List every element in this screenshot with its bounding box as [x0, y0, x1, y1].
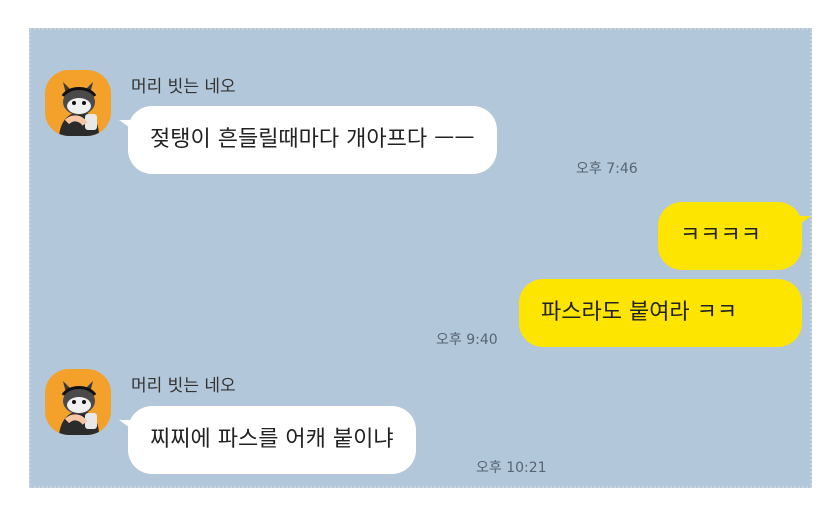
message-timestamp: 오후 9:40 [436, 332, 498, 348]
incoming-message-bubble[interactable]: 찌찌에 파스를 어캐 붙이냐 [119, 406, 416, 474]
sender-name: 머리 빗는 네오 [131, 77, 236, 97]
incoming-message-bubble[interactable]: 젖탱이 흔들릴때마다 개아프다 ㅡㅡ [119, 106, 497, 174]
avatar-icon[interactable] [45, 369, 111, 435]
chat-room: 머리 빗는 네오 젖탱이 흔들릴때마다 개아프다 ㅡㅡ 오후 7:46 ㅋㅋㅋㅋ… [29, 28, 812, 488]
message-timestamp: 오후 10:21 [476, 460, 547, 476]
avatar-icon[interactable] [45, 70, 111, 136]
outgoing-message-bubble[interactable]: ㅋㅋㅋㅋ [658, 202, 811, 270]
neo-character-avatar-icon [45, 369, 111, 435]
message-timestamp: 오후 7:46 [576, 161, 638, 177]
sender-name: 머리 빗는 네오 [131, 376, 236, 396]
outgoing-message-bubble[interactable]: 파스라도 붙여라 ㅋㅋ [519, 279, 802, 347]
neo-character-avatar-icon [45, 70, 111, 136]
